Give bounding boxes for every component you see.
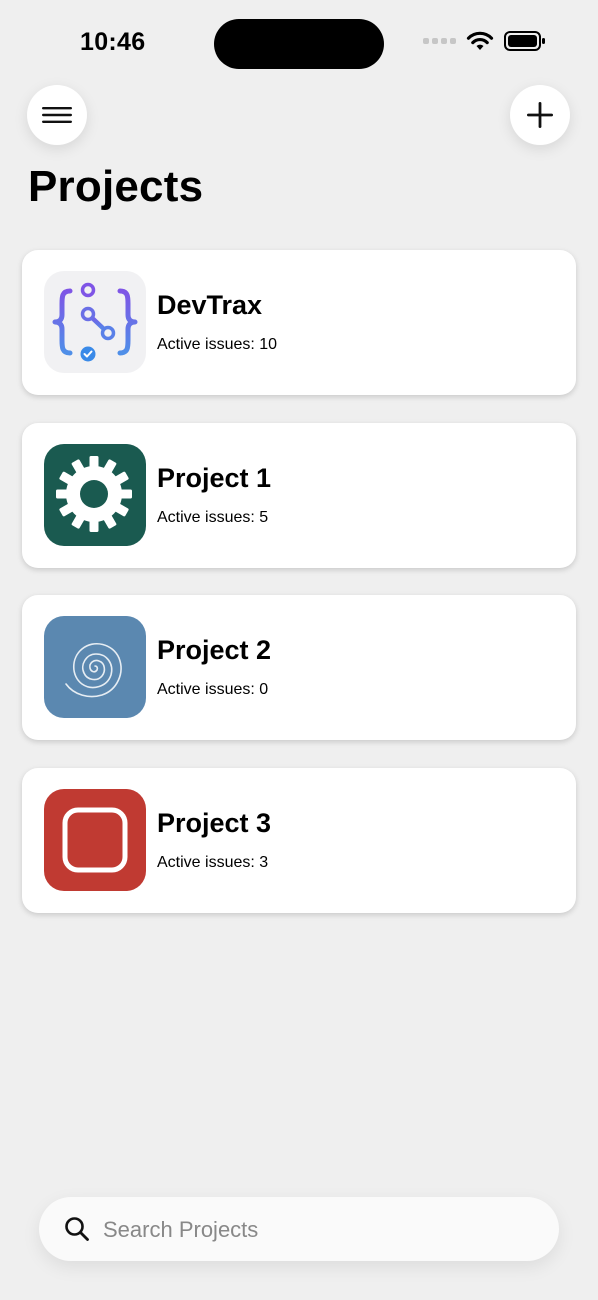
project-active-issues: Active issues: 0 — [157, 681, 269, 698]
project-name: Project 2 — [157, 635, 272, 665]
project-active-issues: Active issues: 3 — [157, 854, 269, 871]
project-name: Project 1 — [157, 463, 272, 493]
page-title: Projects — [28, 162, 204, 211]
hamburger-menu-icon — [42, 107, 72, 123]
gear-icon — [44, 444, 146, 546]
devtrax-logo-icon — [44, 271, 146, 373]
status-bar: 10:46 — [0, 0, 598, 88]
project-name: DevTrax — [157, 290, 263, 320]
project-name: Project 3 — [157, 808, 272, 838]
menu-button[interactable] — [27, 85, 87, 145]
add-project-button[interactable] — [510, 85, 570, 145]
dynamic-island — [214, 19, 384, 69]
status-time: 10:46 — [80, 28, 146, 56]
project-card-project-2[interactable]: Project 2 Active issues: 0 — [22, 595, 576, 740]
project-active-issues: Active issues: 5 — [157, 509, 269, 526]
project-card-devtrax[interactable]: DevTrax Active issues: 10 — [22, 250, 576, 395]
cellular-signal-icon — [423, 38, 456, 44]
rounded-square-icon — [44, 789, 146, 891]
plus-icon — [527, 102, 553, 128]
project-card-project-3[interactable]: Project 3 Active issues: 3 — [22, 768, 576, 913]
project-active-issues: Active issues: 10 — [157, 336, 278, 353]
search-icon — [65, 1217, 89, 1241]
search-input[interactable] — [101, 1209, 525, 1251]
status-icons — [423, 30, 546, 52]
spiral-icon — [44, 616, 146, 718]
battery-icon — [504, 31, 545, 51]
wifi-icon — [466, 31, 494, 50]
search-bar[interactable] — [39, 1197, 559, 1261]
project-card-project-1[interactable]: Project 1 Active issues: 5 — [22, 423, 576, 568]
